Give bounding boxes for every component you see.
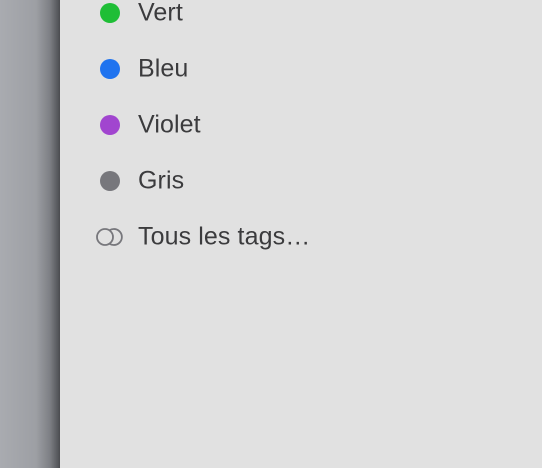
finder-window: Vert Bleu Violet Gris Tous les tags… bbox=[0, 0, 542, 468]
sidebar-item-tag-violet[interactable]: Violet bbox=[60, 97, 542, 153]
blue-tag-dot-icon bbox=[100, 59, 120, 79]
sidebar-item-label: Vert bbox=[138, 0, 183, 27]
sidebar-item-tag-bleu[interactable]: Bleu bbox=[60, 41, 542, 97]
sidebar-item-label: Gris bbox=[138, 166, 185, 195]
all-tags-icon bbox=[96, 228, 123, 246]
gray-tag-dot-icon bbox=[100, 171, 120, 191]
sidebar-item-label: Bleu bbox=[138, 54, 189, 83]
desktop-backdrop bbox=[0, 0, 60, 468]
sidebar-item-all-tags[interactable]: Tous les tags… bbox=[60, 209, 542, 265]
purple-tag-dot-icon bbox=[100, 115, 120, 135]
sidebar: Vert Bleu Violet Gris Tous les tags… bbox=[60, 0, 542, 468]
sidebar-item-tag-vert[interactable]: Vert bbox=[60, 0, 542, 41]
sidebar-item-label: Violet bbox=[138, 110, 201, 139]
sidebar-item-tag-gris[interactable]: Gris bbox=[60, 153, 542, 209]
sidebar-item-label: Tous les tags… bbox=[138, 222, 311, 251]
tags-section: Vert Bleu Violet Gris Tous les tags… bbox=[60, 0, 542, 265]
green-tag-dot-icon bbox=[100, 3, 120, 23]
